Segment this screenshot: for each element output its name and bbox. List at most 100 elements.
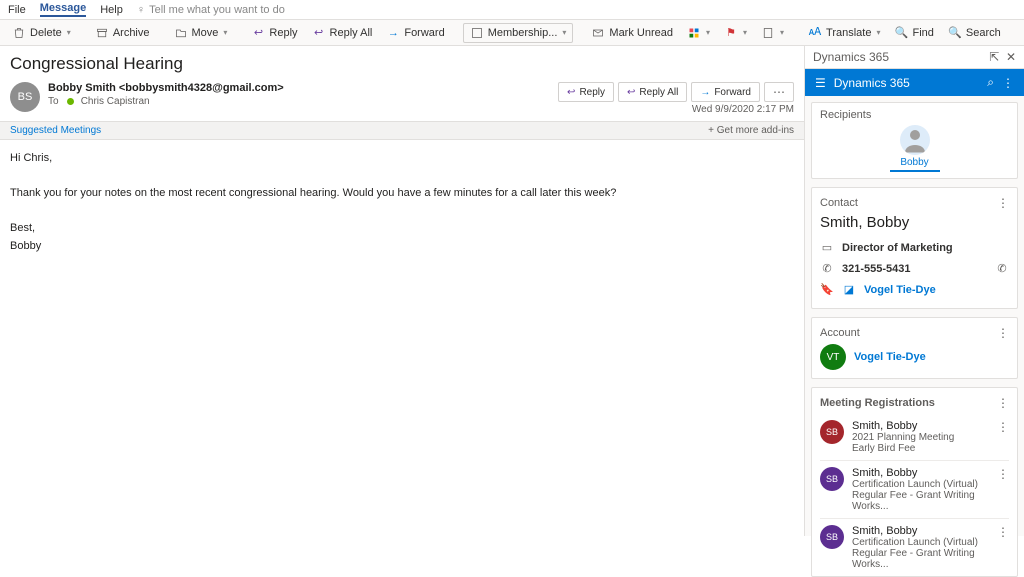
registration-meeting: 2021 Planning Meeting [852, 432, 954, 443]
tell-me-search[interactable]: ♀ Tell me what you want to do [137, 4, 285, 16]
more-icon[interactable]: ⋮ [1002, 76, 1014, 90]
chevron-down-icon: ▾ [223, 28, 227, 37]
search-button[interactable]: 🔍 Search [942, 24, 1007, 42]
translate-icon: 🗚 [808, 26, 822, 40]
pane-titlebar: Dynamics 365 ⇱ ✕ [805, 46, 1024, 69]
chevron-down-icon: ▾ [876, 28, 880, 37]
suggested-meetings-link[interactable]: Suggested Meetings [0, 122, 111, 139]
contact-title: Director of Marketing [842, 242, 953, 254]
reply-all-icon: ↩ [627, 87, 635, 98]
action-reply-all[interactable]: ↩Reply All [618, 82, 687, 102]
registration-meeting: Certification Launch (Virtual) [852, 537, 989, 548]
email-body: Hi Chris, Thank you for your notes on th… [0, 140, 804, 266]
contact-company-link[interactable]: Vogel Tie-Dye [864, 284, 936, 296]
trash-icon [12, 26, 26, 40]
ellipsis-icon[interactable]: ⋮ [997, 396, 1009, 410]
ellipsis-icon: ⋯ [773, 85, 785, 99]
meetings-label: Meeting Registrations [820, 397, 935, 409]
addins-bar: Suggested Meetings + Get more add-ins [0, 122, 804, 140]
recipients-section: Recipients Bobby [811, 102, 1018, 179]
registration-name: Smith, Bobby [852, 420, 954, 432]
meeting-registration-item[interactable]: SBSmith, Bobby2021 Planning MeetingEarly… [820, 414, 1009, 460]
find-icon: 🔍 [895, 26, 909, 40]
envelope-icon [591, 26, 605, 40]
ellipsis-icon[interactable]: ⋮ [997, 326, 1009, 340]
action-reply[interactable]: ↩Reply [558, 82, 614, 102]
quick-steps-icon [470, 26, 484, 40]
ellipsis-icon[interactable]: ⋮ [997, 420, 1009, 434]
pin-icon[interactable]: ⇱ [989, 50, 999, 64]
policy-button[interactable]: ▾ [755, 24, 790, 42]
flag-button[interactable]: ⚑▾ [718, 24, 753, 42]
meeting-registration-item[interactable]: SBSmith, BobbyCertification Launch (Virt… [820, 460, 1009, 518]
meetings-card: Meeting Registrations⋮ SBSmith, Bobby202… [811, 387, 1018, 577]
folder-icon [174, 26, 188, 40]
quick-steps-button[interactable]: Membership...▾ [463, 23, 574, 43]
action-forward[interactable]: →Forward [691, 82, 760, 102]
account-label: Account [820, 327, 860, 339]
close-icon[interactable]: ✕ [1006, 50, 1016, 64]
contact-name: Smith, Bobby [820, 214, 1009, 231]
contact-card: Contact ⋮ Smith, Bobby ▭ Director of Marke… [811, 187, 1018, 309]
call-icon[interactable]: ✆ [995, 262, 1009, 275]
menu-help[interactable]: Help [100, 4, 123, 16]
content-area: Congressional Hearing BS Bobby Smith <bo… [0, 46, 1024, 536]
action-more[interactable]: ⋯ [764, 82, 794, 102]
get-addins-link[interactable]: + Get more add-ins [698, 122, 804, 139]
search-icon[interactable]: ⌕ [987, 75, 994, 90]
archive-button[interactable]: Archive [89, 24, 156, 42]
ellipsis-icon[interactable]: ⋮ [997, 467, 1009, 481]
email-subject: Congressional Hearing [0, 46, 804, 78]
chevron-down-icon: ▾ [67, 28, 71, 37]
recipients-label: Recipients [820, 109, 1009, 121]
forward-icon: → [700, 87, 710, 98]
mark-unread-button[interactable]: Mark Unread [585, 24, 679, 42]
reply-icon: ↩ [251, 26, 265, 40]
forward-button[interactable]: → Forward [380, 24, 450, 42]
recipient-name[interactable]: Bobby [890, 157, 940, 172]
registration-name: Smith, Bobby [852, 525, 989, 537]
ribbon-toolbar: Delete▾ Archive Move▾ ↩ Reply ↩ Reply Al… [0, 20, 1024, 46]
registration-fee: Regular Fee - Grant Writing Works... [852, 490, 989, 512]
menu-file[interactable]: File [8, 4, 26, 16]
meeting-registration-item[interactable]: SB Smith, BobbyCertification Launch (Virt… [820, 518, 1009, 576]
chevron-down-icon: ▾ [562, 28, 566, 37]
lightbulb-icon: ♀ [137, 4, 145, 16]
pane-header: ☰ Dynamics 365 ⌕ ⋮ [805, 69, 1024, 96]
contact-label: Contact [820, 197, 858, 209]
email-to: To Chris Capistran [48, 96, 558, 107]
ellipsis-icon[interactable]: ⋮ [997, 196, 1009, 210]
email-header: BS Bobby Smith <bobbysmith4328@gmail.com… [0, 78, 804, 122]
account-name-link[interactable]: Vogel Tie-Dye [854, 351, 926, 363]
message-pane: Congressional Hearing BS Bobby Smith <bo… [0, 46, 804, 536]
menu-icon[interactable]: ☰ [815, 76, 826, 90]
categorize-button[interactable]: ▾ [681, 24, 716, 42]
reply-button[interactable]: ↩ Reply [245, 24, 303, 42]
registration-avatar: SB [820, 467, 844, 491]
business-card-icon: ▭ [820, 241, 834, 254]
chevron-down-icon: ▾ [706, 28, 710, 37]
translate-button[interactable]: 🗚 Translate▾ [802, 24, 886, 42]
read-aloud-button[interactable]: A» Read Aloud [1019, 24, 1024, 42]
reply-all-button[interactable]: ↩ Reply All [306, 24, 379, 42]
presence-icon [67, 98, 74, 105]
search-icon: 🔍 [948, 26, 962, 40]
move-button[interactable]: Move▾ [168, 24, 234, 42]
ellipsis-icon[interactable]: ⋮ [997, 525, 1009, 539]
policy-icon [761, 26, 775, 40]
recipient-avatar[interactable] [900, 125, 930, 155]
dynamics-pane: Dynamics 365 ⇱ ✕ ☰ Dynamics 365 ⌕ ⋮ Reci… [804, 46, 1024, 536]
reply-icon: ↩ [567, 87, 575, 98]
forward-icon: → [386, 26, 400, 40]
registration-avatar: SB [820, 525, 844, 549]
delete-button[interactable]: Delete▾ [6, 24, 77, 42]
find-button[interactable]: 🔍 Find [889, 24, 940, 42]
message-actions: ↩Reply ↩Reply All →Forward ⋯ [558, 82, 794, 102]
registration-fee: Early Bird Fee [852, 443, 954, 454]
registration-fee: Regular Fee - Grant Writing Works... [852, 548, 989, 570]
archive-icon [95, 26, 109, 40]
email-date: Wed 9/9/2020 2:17 PM [558, 104, 794, 115]
menu-message[interactable]: Message [40, 2, 86, 17]
bookmark-icon: 🔖 [820, 283, 834, 296]
menu-bar: File Message Help ♀ Tell me what you wan… [0, 0, 1024, 20]
